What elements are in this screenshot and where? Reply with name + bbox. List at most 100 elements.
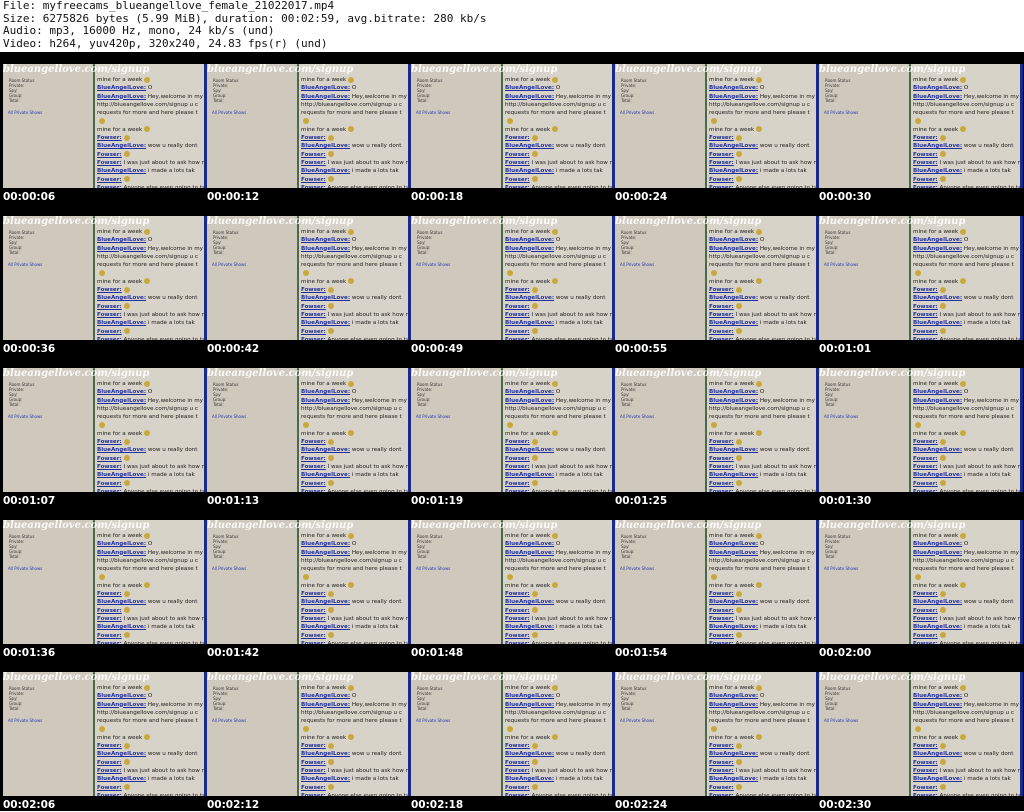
- chat-username: Fowser:: [301, 640, 326, 644]
- chat-message: mine for a week: [709, 430, 819, 438]
- chat-username: Fowser:: [301, 303, 326, 310]
- video-thumbnail[interactable]: Room Status Private: Spy: Group: Total: All P…: [207, 64, 411, 188]
- video-thumbnail[interactable]: Room Status Private: Spy: Group: Total: All P…: [615, 64, 819, 188]
- chat-message: [505, 269, 615, 277]
- video-thumbnail[interactable]: Room Status Private: Spy: Group: Total: All P…: [819, 368, 1023, 492]
- chat-text: mine for a week: [97, 278, 143, 285]
- chat-username: Fowser:: [97, 607, 122, 614]
- chat-username: BlueAngelLove:: [301, 447, 351, 454]
- chat-message: Fowser: Anyone else even going to talk?: [97, 336, 207, 340]
- thumbnail-grid: Room Status Private: Spy: Group: Total: All P…: [0, 52, 1024, 811]
- chat-text: i made a lots tak: [758, 624, 807, 631]
- video-thumbnail[interactable]: Room Status Private: Spy: Group: Total: All P…: [411, 216, 615, 340]
- chat-username: BlueAngelLove:: [301, 751, 351, 758]
- chat-text: Hey,welcome in my r: [146, 397, 207, 404]
- chat-message: BlueAngelLove: O: [913, 84, 1023, 92]
- chat-username: BlueAngelLove:: [505, 143, 555, 150]
- chat-username: Fowser:: [97, 591, 122, 598]
- private-shows-link: All Private Shows: [620, 110, 655, 115]
- emoticon-icon: [144, 532, 151, 539]
- chat-text: requests for more and here please t: [709, 110, 810, 117]
- chat-log: mine for a week BlueAngelLove: O BlueAngel…: [709, 76, 819, 188]
- chat-message: http://blueangellove.com/signup u c: [97, 101, 207, 109]
- chat-text: http://blueangellove.com/signup u c: [913, 405, 1014, 412]
- chat-text: requests for more and here please t: [709, 566, 810, 573]
- video-thumbnail[interactable]: Room Status Private: Spy: Group: Total: All P…: [207, 216, 411, 340]
- video-thumbnail[interactable]: Room Status Private: Spy: Group: Total: All P…: [207, 520, 411, 644]
- timestamp-label: 00:00:55: [615, 343, 668, 355]
- video-thumbnail[interactable]: Room Status Private: Spy: Group: Total: All P…: [3, 368, 207, 492]
- chat-text: I was just about to ask how many: [939, 159, 1024, 166]
- chat-username: Fowser:: [505, 151, 530, 158]
- chat-message: BlueAngelLove: Hey,welcome in my r: [97, 245, 207, 253]
- video-thumbnail[interactable]: Room Status Private: Spy: Group: Total: All P…: [615, 520, 819, 644]
- chat-username: BlueAngelLove:: [97, 143, 147, 150]
- video-thumbnail[interactable]: Room Status Private: Spy: Group: Total: All P…: [3, 64, 207, 188]
- video-thumbnail[interactable]: Room Status Private: Spy: Group: Total: All P…: [615, 368, 819, 492]
- video-thumbnail[interactable]: Room Status Private: Spy: Group: Total: All P…: [411, 64, 615, 188]
- emoticon-icon: [327, 176, 334, 183]
- room-status-panel: Room Status Private: Spy: Group: Total: All P…: [207, 368, 297, 492]
- room-status-line: Total:: [825, 250, 836, 255]
- chat-username: Fowser:: [505, 591, 530, 598]
- emoticon-icon: [507, 725, 513, 732]
- chat-message: [709, 269, 819, 277]
- chat-text: wow u really dont: [962, 447, 1014, 454]
- chat-username: Fowser:: [301, 591, 326, 598]
- video-thumbnail[interactable]: Room Status Private: Spy: Group: Total: All P…: [615, 672, 819, 796]
- video-thumbnail[interactable]: Room Status Private: Spy: Group: Total: All P…: [615, 216, 819, 340]
- emoticon-icon: [735, 134, 742, 141]
- room-status-line: Total:: [9, 98, 20, 103]
- chat-text: Hey,welcome in my r: [962, 549, 1023, 556]
- video-thumbnail[interactable]: Room Status Private: Spy: Group: Total: All P…: [207, 368, 411, 492]
- chat-text: Anyone else even going to talk?: [529, 792, 616, 796]
- chat-text: http://blueangellove.com/signup u c: [97, 101, 198, 108]
- video-thumbnail[interactable]: Room Status Private: Spy: Group: Total: All P…: [819, 520, 1023, 644]
- chat-text: requests for more and here please t: [709, 262, 810, 269]
- chat-message: [301, 421, 411, 429]
- chat-message: Fowser:: [913, 286, 1023, 294]
- chat-username: Fowser:: [97, 311, 122, 318]
- timestamp-label: 00:01:13: [207, 495, 260, 507]
- chat-message: http://blueangellove.com/signup u c: [709, 709, 819, 717]
- chat-text: I was just about to ask how many: [735, 463, 820, 470]
- chat-text: i made a lots tak: [350, 472, 399, 479]
- video-thumbnail[interactable]: Room Status Private: Spy: Group: Total: All P…: [819, 64, 1023, 188]
- chat-text: Hey,welcome in my r: [350, 93, 411, 100]
- panel-divider: [297, 64, 299, 188]
- emoticon-icon: [327, 607, 334, 614]
- chat-text: requests for more and here please t: [301, 414, 402, 421]
- chat-log: mine for a week BlueAngelLove: O BlueAngel…: [505, 684, 615, 796]
- chat-message: BlueAngelLove: Hey,welcome in my r: [709, 245, 819, 253]
- chat-message: Fowser:: [913, 151, 1023, 159]
- chat-text: I was just about to ask how many: [939, 311, 1024, 318]
- chat-message: Fowser: I was just about to ask how many: [97, 463, 207, 471]
- emoticon-icon: [939, 286, 946, 293]
- video-thumbnail[interactable]: Room Status Private: Spy: Group: Total: All P…: [3, 520, 207, 644]
- chat-message: requests for more and here please t: [913, 413, 1023, 421]
- chat-log: mine for a week BlueAngelLove: O BlueAngel…: [97, 684, 207, 796]
- chat-message: BlueAngelLove: O: [709, 84, 819, 92]
- chat-message: Fowser:: [505, 632, 615, 640]
- video-thumbnail[interactable]: Room Status Private: Spy: Group: Total: All P…: [3, 672, 207, 796]
- chat-message: mine for a week: [709, 278, 819, 286]
- video-thumbnail[interactable]: Room Status Private: Spy: Group: Total: All P…: [411, 520, 615, 644]
- video-thumbnail[interactable]: Room Status Private: Spy: Group: Total: All P…: [207, 672, 411, 796]
- video-thumbnail[interactable]: Room Status Private: Spy: Group: Total: All P…: [819, 672, 1023, 796]
- video-thumbnail[interactable]: Room Status Private: Spy: Group: Total: All P…: [411, 368, 615, 492]
- chat-message: mine for a week: [97, 734, 207, 742]
- private-shows-link: All Private Shows: [824, 262, 859, 267]
- chat-message: Fowser:: [913, 480, 1023, 488]
- video-thumbnail[interactable]: Room Status Private: Spy: Group: Total: All P…: [3, 216, 207, 340]
- chat-message: Fowser:: [301, 303, 411, 311]
- chat-log: mine for a week BlueAngelLove: O BlueAngel…: [505, 380, 615, 492]
- video-thumbnail[interactable]: Room Status Private: Spy: Group: Total: All P…: [819, 216, 1023, 340]
- chat-username: Fowser:: [505, 328, 530, 335]
- chat-username: Fowser:: [913, 488, 938, 492]
- room-status-line: Total:: [825, 402, 836, 407]
- chat-username: Fowser:: [97, 767, 122, 774]
- chat-username: Fowser:: [913, 184, 938, 188]
- video-thumbnail[interactable]: Room Status Private: Spy: Group: Total: All P…: [411, 672, 615, 796]
- private-shows-link: All Private Shows: [620, 566, 655, 571]
- chat-message: mine for a week: [505, 684, 615, 692]
